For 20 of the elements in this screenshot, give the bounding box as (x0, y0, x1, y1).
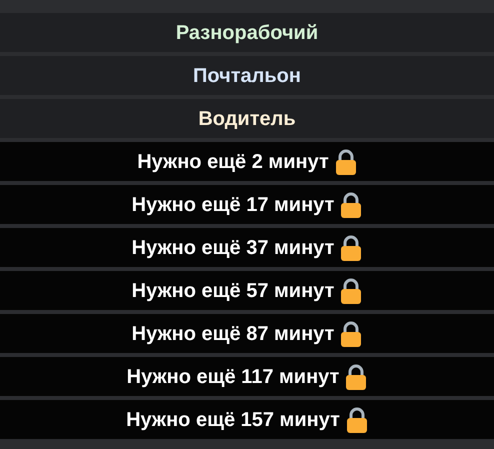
padlock-icon (340, 320, 362, 346)
padlock-icon (340, 278, 362, 304)
unlock-time-text: Нужно ещё 117 минут (126, 364, 340, 390)
job-button[interactable]: Водитель (0, 99, 494, 138)
unlock-time-text: Нужно ещё 2 минут (137, 150, 329, 174)
job-label: Разнорабочий (176, 20, 318, 46)
job-label: Водитель (198, 106, 296, 132)
job-button[interactable]: Почтальон (0, 56, 494, 95)
unlock-time-text: Нужно ещё 87 минут (132, 322, 334, 346)
padlock-icon (345, 364, 368, 390)
unlock-time-text: Нужно ещё 57 минут (132, 278, 334, 304)
padlock-icon (340, 234, 362, 260)
unlock-time-text: Нужно ещё 157 минут (126, 408, 340, 432)
job-label: Почтальон (193, 64, 301, 88)
unlock-time-text: Нужно ещё 37 минут (132, 236, 334, 260)
job-button[interactable]: Разнорабочий (0, 13, 494, 52)
padlock-icon (346, 406, 368, 432)
padlock-icon (334, 148, 357, 174)
padlock-icon (340, 192, 362, 218)
unlock-time-text: Нужно ещё 17 минут (132, 192, 334, 218)
